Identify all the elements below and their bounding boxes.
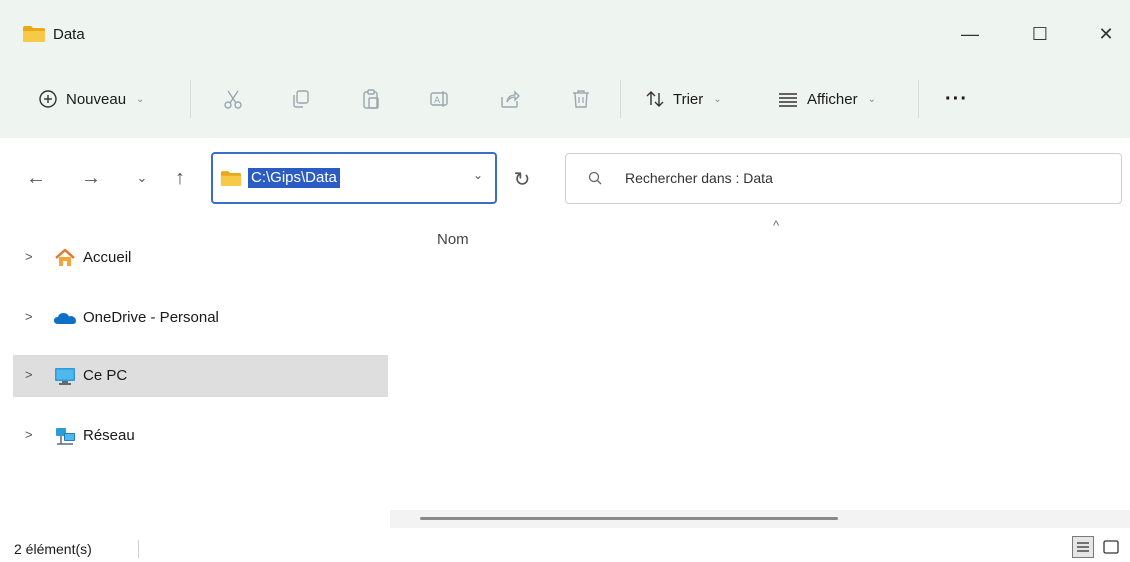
tiles-view-icon [1103,540,1119,554]
cloud-icon [54,313,76,324]
rename-icon: A [430,91,448,107]
chevron-down-icon: ⌄ [713,93,722,105]
search-placeholder: Rechercher dans : Data [625,170,773,186]
scrollbar-thumb[interactable] [420,517,838,520]
details-view-button[interactable] [1072,536,1094,558]
file-explorer-window: Data — ☐ ✕ Nouveau ⌄ A Trier ⌄ Afficher … [0,0,1130,562]
cut-button[interactable] [219,85,247,113]
horizontal-scrollbar[interactable] [390,510,1130,528]
tiles-view-button[interactable] [1100,537,1122,557]
chevron-right-icon[interactable]: > [25,427,33,442]
copy-button[interactable] [287,85,315,113]
navigation-pane: > Accueil > OneDrive - Personal > Ce PC [0,218,390,528]
window-title: Data [53,26,85,43]
share-button[interactable] [496,85,524,113]
close-button[interactable]: ✕ [1086,18,1126,50]
address-row: ← → ⌄ ↑ C:\Gips\Data ⌄ ↻ Rechercher dans… [0,138,1130,218]
sidebar-item-reseau[interactable]: > Réseau [13,415,388,457]
more-options-icon: ··· [945,87,968,110]
more-options-button[interactable]: ··· [945,82,968,116]
status-bar: 2 élément(s) [0,528,1130,562]
address-path[interactable]: C:\Gips\Data [248,168,340,188]
view-button-label: Afficher [807,90,858,108]
up-button[interactable]: ↑ [166,164,194,192]
chevron-right-icon[interactable]: > [25,249,33,264]
svg-text:A: A [434,96,441,106]
chevron-down-icon: ⌄ [136,170,148,185]
sort-icon [646,91,664,107]
refresh-icon: ↻ [513,168,531,191]
plus-circle-icon [39,90,57,108]
sort-indicator-icon: ^ [773,218,780,233]
column-header-name[interactable]: Nom [437,231,469,248]
new-button[interactable]: Nouveau ⌄ [38,82,144,116]
item-count: 2 élément(s) [14,541,92,557]
status-divider [138,540,139,558]
new-button-label: Nouveau [66,90,127,108]
paste-icon [363,89,379,109]
forward-button[interactable]: → [77,164,105,192]
toolbar-divider [620,80,621,118]
header-area: Data — ☐ ✕ Nouveau ⌄ A Trier ⌄ Afficher … [0,0,1130,138]
view-button[interactable]: Afficher ⌄ [777,82,876,116]
refresh-button[interactable]: ↻ [501,156,543,202]
chevron-down-icon: ⌄ [136,93,145,105]
computer-icon [55,368,75,385]
folder-icon [23,26,45,42]
chevron-down-icon[interactable]: ⌄ [473,168,483,182]
command-bar: Nouveau ⌄ A Trier ⌄ Afficher ⌄ ··· [0,70,1130,126]
rename-button[interactable]: A [426,85,454,113]
search-icon [588,171,602,185]
address-bar[interactable]: C:\Gips\Data ⌄ [211,152,497,204]
file-list-pane: ^ Nom [390,218,1130,528]
network-icon [56,428,75,445]
toolbar-divider [190,80,191,118]
back-arrow-icon: ← [26,166,46,189]
sidebar-item-label: Réseau [83,427,135,444]
minimize-icon: — [961,23,979,44]
delete-icon [573,90,589,108]
home-icon [55,248,75,266]
share-icon [501,90,520,108]
minimize-button[interactable]: — [950,18,990,50]
sidebar-item-ce-pc[interactable]: > Ce PC [13,355,388,397]
sidebar-item-accueil[interactable]: > Accueil [13,237,388,279]
sidebar-item-label: Ce PC [83,367,128,384]
copy-icon [293,90,309,108]
chevron-down-icon: ⌄ [867,93,876,105]
view-icon [779,93,797,107]
sort-button[interactable]: Trier ⌄ [645,82,722,116]
chevron-right-icon[interactable]: > [25,367,33,382]
sidebar-item-label: OneDrive - Personal [83,309,219,326]
delete-button[interactable] [567,85,595,113]
back-button[interactable]: ← [22,164,50,192]
maximize-icon: ☐ [1031,23,1049,44]
forward-arrow-icon: → [81,166,101,189]
paste-button[interactable] [357,85,385,113]
toolbar-divider [918,80,919,118]
sidebar-item-label: Accueil [83,249,132,266]
sort-button-label: Trier [673,90,704,108]
up-arrow-icon: ↑ [175,166,185,189]
title-bar: Data — ☐ ✕ [0,0,1130,62]
cut-icon [224,90,242,109]
folder-icon [220,171,242,186]
sidebar-item-onedrive[interactable]: > OneDrive - Personal [13,297,388,339]
search-input[interactable]: Rechercher dans : Data [565,153,1122,204]
chevron-right-icon[interactable]: > [25,309,33,324]
details-view-icon [1077,542,1089,552]
close-icon: ✕ [1098,23,1114,44]
maximize-button[interactable]: ☐ [1020,18,1060,50]
recent-locations-button[interactable]: ⌄ [128,164,156,192]
